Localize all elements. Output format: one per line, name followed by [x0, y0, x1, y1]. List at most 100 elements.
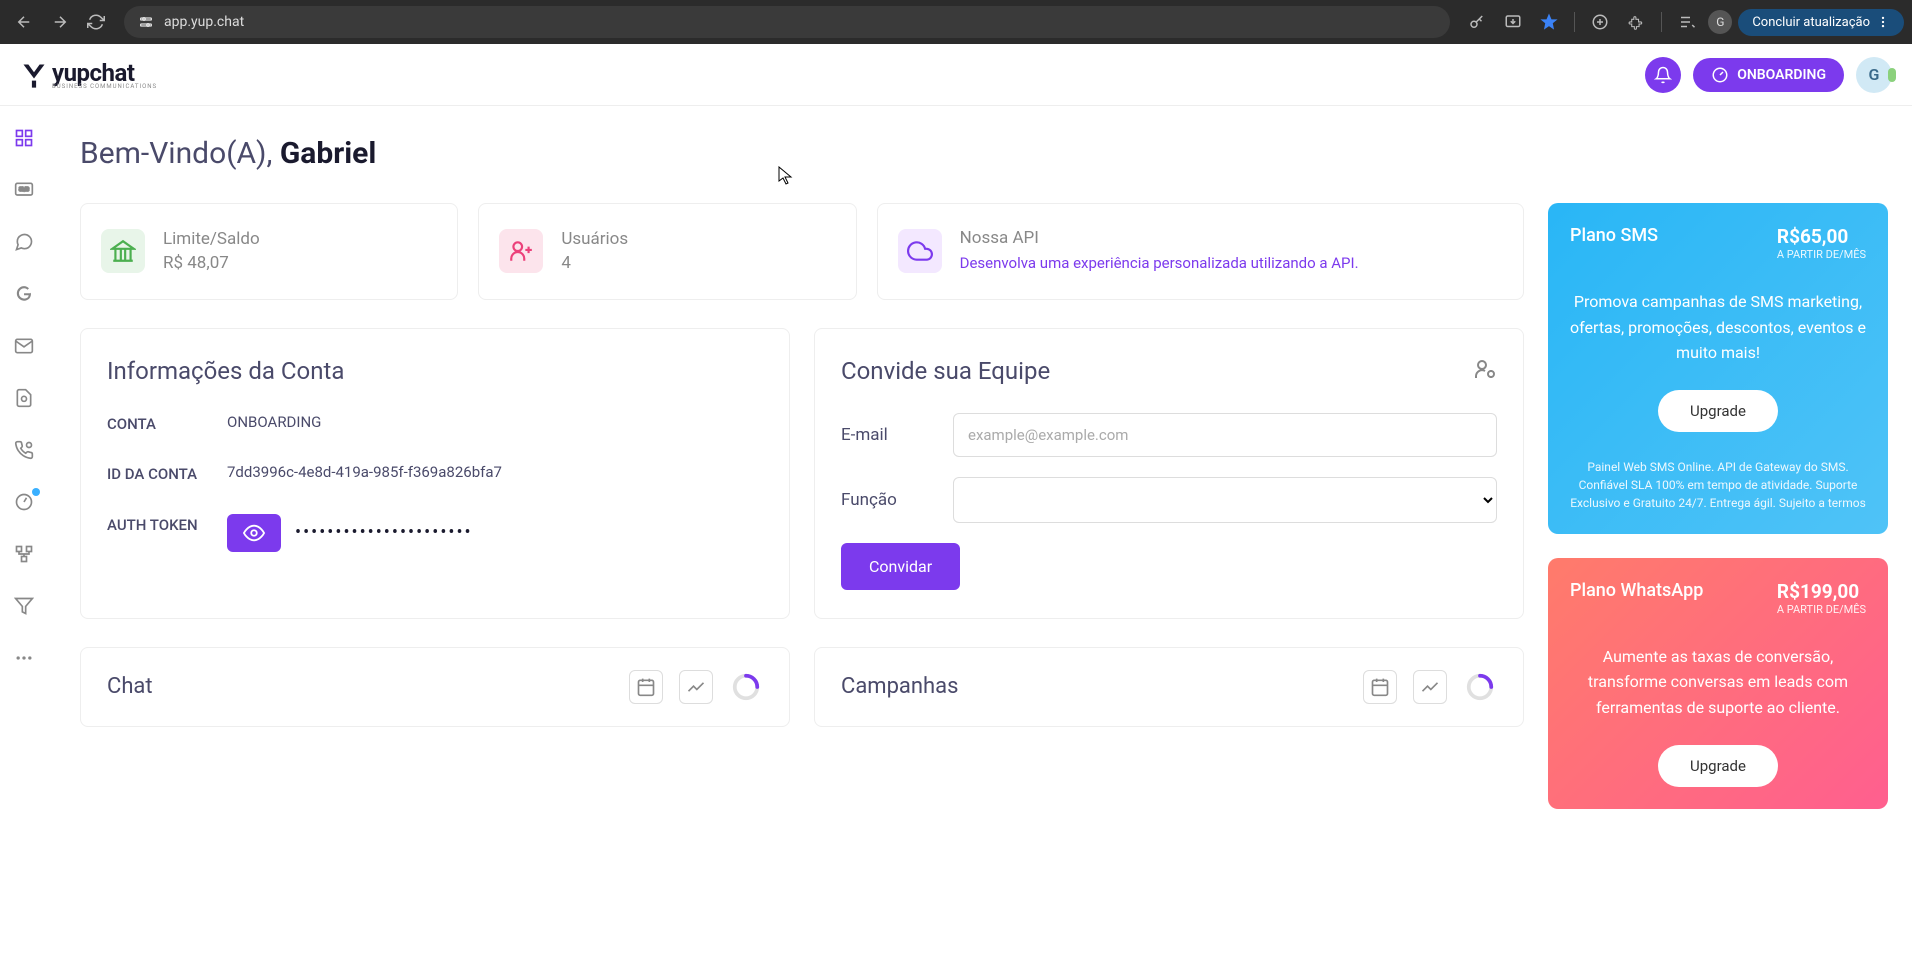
plan-sms-card: Plano SMS R$65,00 A PARTIR DE/MÊS Promov… [1548, 203, 1888, 534]
extensions-icon[interactable] [1621, 7, 1651, 37]
mail-icon [14, 336, 34, 356]
browser-profile-avatar[interactable]: G [1708, 10, 1732, 34]
browser-chrome: app.yup.chat G Concluir atualização [0, 0, 1912, 44]
plan-wa-name: Plano WhatsApp [1570, 580, 1703, 601]
logo-icon [20, 61, 48, 89]
sidebar: SMS [0, 106, 48, 960]
plan-sms-desc: Promova campanhas de SMS marketing, ofer… [1570, 289, 1866, 366]
chat-title: Chat [107, 674, 153, 699]
flow-icon [14, 544, 34, 564]
plan-wa-price: R$199,00 [1777, 580, 1866, 603]
logo-subtitle: BUSINESS COMMUNICATIONS [52, 83, 157, 90]
install-app-icon[interactable] [1498, 7, 1528, 37]
campaigns-trend-button[interactable] [1413, 670, 1447, 704]
cloud-icon [898, 229, 942, 273]
chat-loading-icon [729, 670, 763, 704]
onboarding-badge[interactable]: ONBOARDING [1693, 58, 1844, 92]
invite-title: Convide sua Equipe [841, 357, 1050, 385]
account-value: ONBOARDING [227, 413, 763, 436]
plan-sms-name: Plano SMS [1570, 225, 1658, 246]
plan-wa-sub: A PARTIR DE/MÊS [1777, 603, 1866, 616]
campaigns-loading-icon [1463, 670, 1497, 704]
auth-token-label: AUTH TOKEN [107, 514, 227, 552]
browser-update-button[interactable]: Concluir atualização [1738, 9, 1904, 36]
auth-token-value: •••••••••••••••••••••• [295, 522, 473, 543]
plan-wa-desc: Aumente as taxas de conversão, transform… [1570, 644, 1866, 721]
sidebar-item-sms[interactable]: SMS [12, 178, 36, 202]
browser-forward-button[interactable] [44, 6, 76, 38]
sidebar-item-more[interactable] [12, 646, 36, 670]
sidebar-item-google[interactable] [12, 282, 36, 306]
welcome-heading: Bem-Vindo(A), Gabriel [80, 136, 1888, 171]
media-control-icon[interactable] [1672, 7, 1702, 37]
role-select[interactable] [953, 477, 1497, 523]
site-settings-icon [138, 14, 154, 30]
trend-icon [1420, 677, 1440, 697]
phone-icon [14, 440, 34, 460]
api-description: Desenvolva uma experiência personalizada… [960, 252, 1359, 275]
whatsapp-icon [14, 232, 34, 252]
sidebar-item-flows[interactable] [12, 542, 36, 566]
sidebar-item-email[interactable] [12, 334, 36, 358]
chat-trend-button[interactable] [679, 670, 713, 704]
account-label: CONTA [107, 413, 227, 436]
sidebar-item-calls[interactable] [12, 438, 36, 462]
bookmark-star-icon[interactable] [1534, 7, 1564, 37]
campaigns-section-card: Campanhas [814, 647, 1524, 727]
browser-reload-button[interactable] [80, 6, 112, 38]
dashboard-speed-icon [1711, 66, 1729, 84]
plan-wa-upgrade-button[interactable]: Upgrade [1658, 745, 1778, 787]
filter-icon [14, 596, 34, 616]
logo[interactable]: yupchat BUSINESS COMMUNICATIONS [20, 59, 157, 90]
main-content: Bem-Vindo(A), Gabriel Limite/Saldo R$ 48… [48, 106, 1912, 960]
sidebar-item-dashboard[interactable] [12, 126, 36, 150]
sidebar-item-activity[interactable] [12, 490, 36, 514]
invite-team-card: Convide sua Equipe E-mail Função Convida… [814, 328, 1524, 619]
campaigns-calendar-button[interactable] [1363, 670, 1397, 704]
balance-card[interactable]: Limite/Saldo R$ 48,07 [80, 203, 458, 300]
url-bar[interactable]: app.yup.chat [124, 6, 1450, 38]
plan-sms-fineprint: Painel Web SMS Online. API de Gateway do… [1570, 458, 1866, 512]
reveal-token-button[interactable] [227, 514, 281, 552]
account-info-title: Informações da Conta [107, 357, 763, 385]
account-id-value: 7dd3996c-4e8d-419a-985f-f369a826bfa7 [227, 463, 763, 486]
plan-sms-sub: A PARTIR DE/MÊS [1777, 248, 1866, 261]
sidebar-item-documents[interactable] [12, 386, 36, 410]
new-tab-icon[interactable] [1585, 7, 1615, 37]
password-key-icon[interactable] [1462, 7, 1492, 37]
trend-icon [686, 677, 706, 697]
plan-sms-price: R$65,00 [1777, 225, 1866, 248]
users-value: 4 [561, 253, 628, 273]
bank-icon [101, 229, 145, 273]
bell-icon [1654, 66, 1672, 84]
plan-whatsapp-card: Plano WhatsApp R$199,00 A PARTIR DE/MÊS … [1548, 558, 1888, 809]
status-indicator [1888, 68, 1896, 82]
grid-icon [14, 128, 34, 148]
users-label: Usuários [561, 229, 628, 249]
invite-button[interactable]: Convidar [841, 543, 960, 590]
email-input[interactable] [953, 413, 1497, 457]
team-settings-button[interactable] [1473, 357, 1497, 385]
sidebar-item-whatsapp[interactable] [12, 230, 36, 254]
balance-value: R$ 48,07 [163, 253, 260, 273]
user-avatar[interactable]: G [1856, 57, 1892, 93]
api-title: Nossa API [960, 228, 1359, 248]
calendar-icon [1370, 677, 1390, 697]
chat-section-card: Chat [80, 647, 790, 727]
campaigns-title: Campanhas [841, 674, 959, 699]
browser-back-button[interactable] [8, 6, 40, 38]
file-icon [14, 388, 34, 408]
role-label: Função [841, 490, 941, 510]
users-card[interactable]: Usuários 4 [478, 203, 856, 300]
chat-calendar-button[interactable] [629, 670, 663, 704]
sidebar-item-filter[interactable] [12, 594, 36, 618]
sms-icon: SMS [14, 180, 34, 200]
plan-sms-upgrade-button[interactable]: Upgrade [1658, 390, 1778, 432]
notification-dot [32, 488, 40, 496]
notifications-button[interactable] [1645, 57, 1681, 93]
gauge-icon [14, 492, 34, 512]
api-card[interactable]: Nossa API Desenvolva uma experiência per… [877, 203, 1524, 300]
email-label: E-mail [841, 425, 941, 445]
calendar-icon [636, 677, 656, 697]
account-id-label: ID DA CONTA [107, 463, 227, 486]
